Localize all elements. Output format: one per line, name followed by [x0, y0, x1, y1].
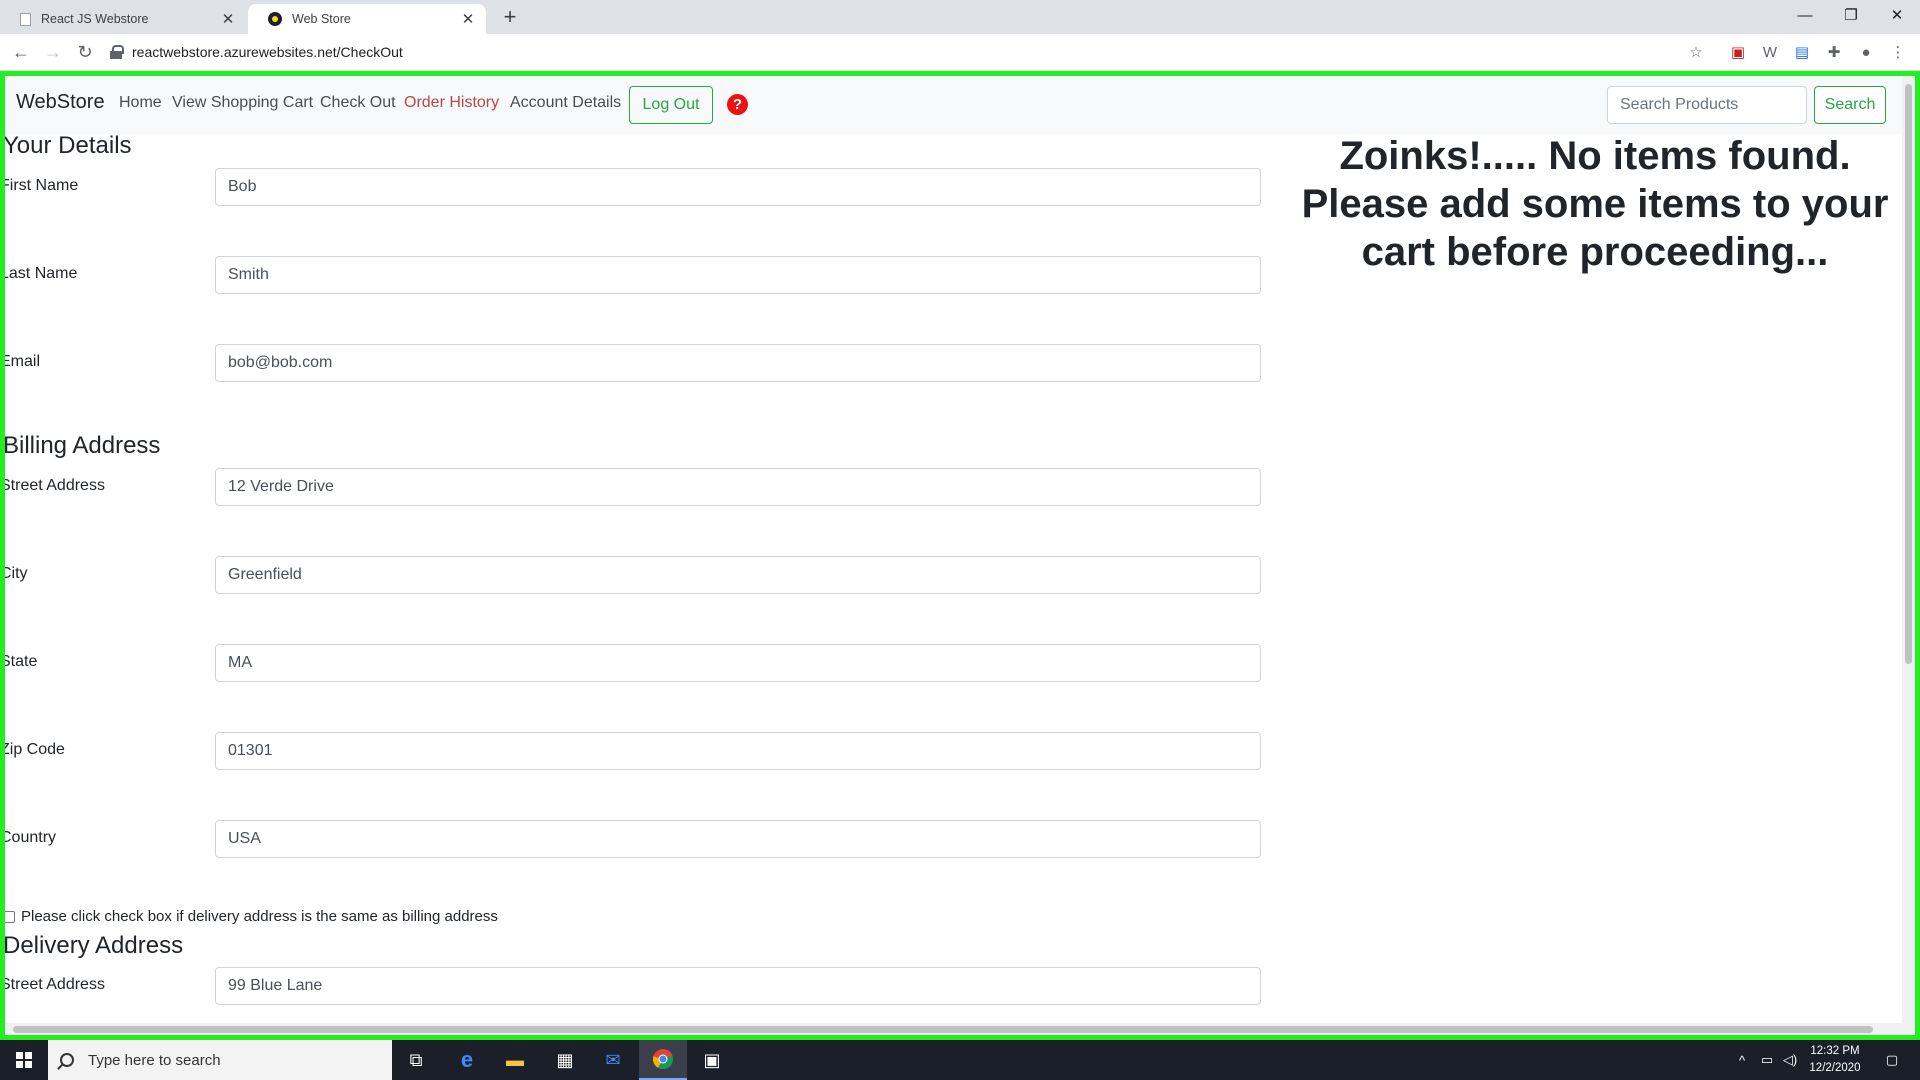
- reload-icon[interactable]: ↻: [73, 40, 97, 64]
- taskbar-clock[interactable]: 12:32 PM 12/2/2020: [1800, 1043, 1870, 1077]
- taskbar-search-box[interactable]: Type here to search: [48, 1040, 392, 1080]
- start-button[interactable]: [0, 1040, 48, 1080]
- tab-close-icon[interactable]: ✕: [220, 10, 236, 28]
- brand-logo[interactable]: WebStore: [16, 91, 105, 114]
- network-icon[interactable]: ▭: [1756, 1040, 1778, 1080]
- extensions-puzzle-icon[interactable]: ✚: [1824, 42, 1844, 62]
- billing-street-field[interactable]: [215, 468, 1261, 506]
- tab-close-icon[interactable]: ✕: [460, 10, 476, 28]
- window-close-icon[interactable]: ✕: [1874, 0, 1920, 30]
- vertical-scroll-thumb[interactable]: [1905, 84, 1912, 664]
- edge-browser-icon[interactable]: e: [443, 1040, 491, 1080]
- log-out-button[interactable]: Log Out: [629, 86, 713, 124]
- billing-state-field[interactable]: [215, 644, 1261, 682]
- chrome-logo-icon: [652, 1049, 674, 1070]
- restore-icon[interactable]: ❐: [1828, 0, 1874, 30]
- nav-home[interactable]: Home: [119, 94, 162, 112]
- billing-address-heading: Billing Address: [3, 432, 161, 459]
- back-arrow-icon[interactable]: ←: [9, 40, 33, 64]
- page-viewport: WebStore Home View Shopping Cart Check O…: [0, 71, 1920, 1040]
- site-navbar: WebStore Home View Shopping Cart Check O…: [5, 76, 1905, 134]
- windows-taskbar: Type here to search ⧉ e ▬ ▦ ✉ ▣ ^ ▭ ◁) 1…: [0, 1040, 1920, 1080]
- first-name-label: First Name: [0, 177, 79, 194]
- billing-zip-field[interactable]: [215, 732, 1261, 770]
- file-explorer-icon[interactable]: ▬: [491, 1040, 539, 1080]
- nav-account-details[interactable]: Account Details: [510, 94, 621, 112]
- horizontal-scroll-thumb[interactable]: [13, 1026, 1873, 1033]
- nav-order-history[interactable]: Order History: [404, 94, 499, 112]
- extension-w-icon[interactable]: W: [1760, 42, 1780, 62]
- same-address-checkbox[interactable]: [5, 910, 15, 923]
- nav-check-out[interactable]: Check Out: [320, 94, 396, 112]
- search-products-input[interactable]: [1607, 86, 1807, 124]
- same-address-row[interactable]: Please click check box if delivery addre…: [5, 908, 498, 925]
- billing-city-label: City: [0, 565, 28, 582]
- bookmark-star-icon[interactable]: ☆: [1686, 42, 1706, 62]
- delivery-address-heading: Delivery Address: [3, 932, 184, 959]
- tab-title: React JS Webstore: [41, 12, 149, 26]
- document-icon: [20, 12, 31, 26]
- minimize-icon[interactable]: —: [1782, 0, 1828, 30]
- email-label: Email: [0, 353, 41, 370]
- url-text: reactwebstore.azurewebsites.net/CheckOut: [132, 44, 403, 60]
- lock-icon: [110, 45, 124, 59]
- taskbar-search-placeholder: Type here to search: [88, 1051, 221, 1069]
- task-view-icon[interactable]: ⧉: [392, 1040, 440, 1080]
- delivery-street-field[interactable]: [215, 967, 1261, 1005]
- extension-toolbox-icon[interactable]: ▣: [1728, 42, 1748, 62]
- billing-city-field[interactable]: [215, 556, 1261, 594]
- vertical-scrollbar[interactable]: [1902, 76, 1915, 1035]
- billing-street-label: Street Address: [0, 477, 105, 494]
- same-address-label: Please click check box if delivery addre…: [21, 908, 498, 925]
- delivery-street-label: Street Address: [0, 976, 105, 993]
- horizontal-scrollbar[interactable]: [5, 1023, 1902, 1035]
- new-tab-button[interactable]: +: [498, 4, 522, 30]
- mail-icon[interactable]: ✉: [589, 1040, 637, 1080]
- clock-date: 12/2/2020: [1809, 1062, 1861, 1074]
- store-icon[interactable]: ▦: [541, 1040, 589, 1080]
- empty-cart-message: Zoinks!..... No items found. Please add …: [1301, 134, 1889, 274]
- last-name-label: Last Name: [0, 265, 78, 282]
- first-name-field[interactable]: [215, 168, 1261, 206]
- browser-tab-web-store[interactable]: Web Store ✕: [248, 4, 486, 34]
- address-bar[interactable]: reactwebstore.azurewebsites.net/CheckOut: [110, 38, 1710, 66]
- browser-toolbar: ← → ↻ reactwebstore.azurewebsites.net/Ch…: [0, 34, 1920, 71]
- billing-state-label: State: [0, 653, 38, 670]
- chrome-icon[interactable]: [639, 1040, 687, 1080]
- tab-title: Web Store: [292, 12, 351, 26]
- search-icon: [60, 1053, 74, 1067]
- volume-icon[interactable]: ◁): [1780, 1040, 1800, 1080]
- nav-view-shopping-cart[interactable]: View Shopping Cart: [172, 94, 313, 112]
- billing-zip-label: Zip Code: [0, 741, 65, 758]
- browser-tabstrip: React JS Webstore ✕ Web Store ✕ + — ❐ ✕: [0, 0, 1920, 34]
- your-details-heading: Your Details: [3, 132, 132, 159]
- windows-logo-icon: [16, 1052, 32, 1068]
- last-name-field[interactable]: [215, 256, 1261, 294]
- webstore-favicon-icon: [268, 12, 282, 26]
- browser-tab-react-webstore[interactable]: React JS Webstore ✕: [0, 4, 246, 34]
- profile-avatar-icon[interactable]: ●: [1856, 42, 1876, 62]
- clock-time: 12:32 PM: [1810, 1045, 1860, 1057]
- forward-arrow-icon[interactable]: →: [41, 40, 65, 64]
- browser-menu-icon[interactable]: ⋮: [1888, 42, 1908, 62]
- email-field[interactable]: [215, 344, 1261, 382]
- billing-country-label: Country: [0, 829, 57, 846]
- notifications-icon[interactable]: ▢: [1876, 1040, 1908, 1080]
- extension-s-icon[interactable]: ▤: [1792, 42, 1812, 62]
- show-hidden-icons-icon[interactable]: ^: [1732, 1040, 1752, 1080]
- calculator-app-icon[interactable]: ▣: [688, 1040, 736, 1080]
- billing-country-field[interactable]: [215, 820, 1261, 858]
- help-icon[interactable]: ?: [727, 94, 748, 115]
- search-button[interactable]: Search: [1814, 86, 1886, 124]
